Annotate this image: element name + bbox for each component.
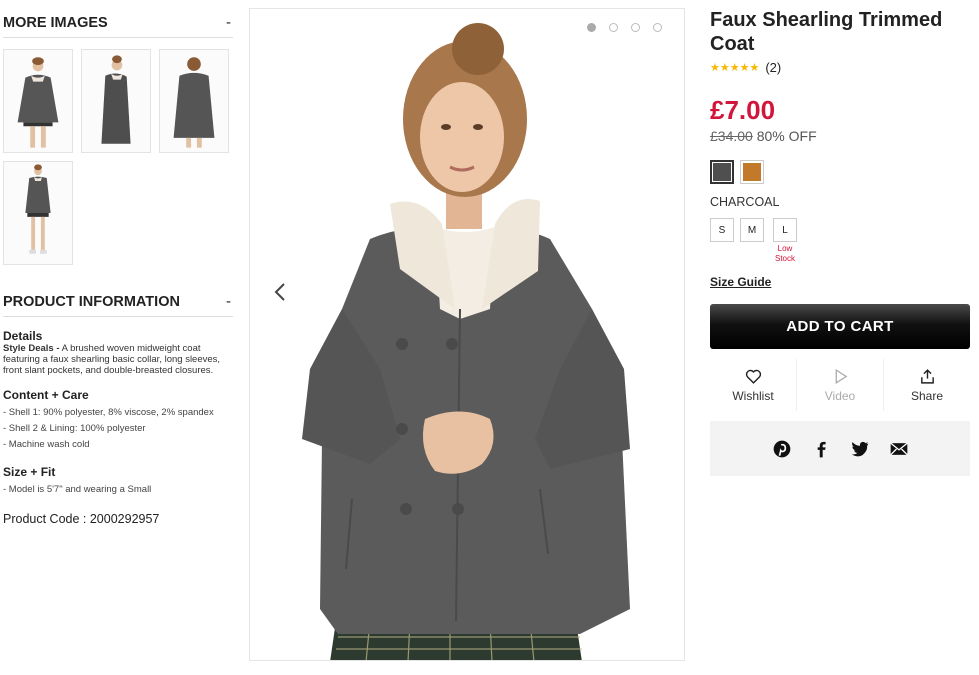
size-m-button[interactable]: M bbox=[740, 218, 764, 242]
heart-icon bbox=[745, 369, 761, 384]
carousel-dot[interactable] bbox=[653, 23, 662, 32]
wishlist-button[interactable]: Wishlist bbox=[710, 359, 796, 411]
twitter-button[interactable] bbox=[850, 439, 870, 459]
size-option: L Low Stock bbox=[770, 218, 800, 264]
care-item: - Shell 2 & Lining: 100% polyester bbox=[3, 423, 146, 434]
left-column: MORE IMAGES - PRODUCT INFORMATION - Deta… bbox=[3, 8, 233, 526]
swatch-camel[interactable] bbox=[740, 160, 764, 184]
product-panel: Faux Shearling Trimmed Coat ★★★★★ (2) £7… bbox=[710, 8, 972, 476]
product-information: PRODUCT INFORMATION - Details Style Deal… bbox=[3, 287, 233, 526]
thumbnail-2[interactable] bbox=[81, 49, 151, 153]
rating[interactable]: ★★★★★ (2) bbox=[710, 60, 972, 75]
size-guide-link[interactable]: Size Guide bbox=[710, 275, 771, 289]
size-fit-title: Size + Fit bbox=[3, 465, 56, 479]
care-item: - Machine wash cold bbox=[3, 439, 90, 450]
thumbnail-1[interactable] bbox=[3, 49, 73, 153]
social-share-bar bbox=[710, 421, 970, 476]
thumbnail-3[interactable] bbox=[159, 49, 229, 153]
email-button[interactable] bbox=[889, 439, 909, 459]
pinterest-icon bbox=[773, 440, 790, 457]
size-option: M bbox=[740, 218, 764, 264]
original-price-row: £34.00 80% OFF bbox=[710, 128, 972, 144]
swatch-charcoal[interactable] bbox=[710, 160, 734, 184]
wishlist-label: Wishlist bbox=[732, 388, 774, 403]
review-count[interactable]: (2) bbox=[765, 60, 781, 75]
collapse-toggle[interactable]: - bbox=[226, 14, 233, 31]
action-bar: Wishlist Video Share bbox=[710, 359, 970, 411]
original-price: £34.00 bbox=[710, 128, 753, 144]
product-code: Product Code : 2000292957 bbox=[3, 512, 160, 526]
care-item: - Shell 1: 90% polyester, 8% viscose, 2%… bbox=[3, 407, 214, 418]
product-info-title: PRODUCT INFORMATION bbox=[3, 293, 180, 310]
size-selector: S M L Low Stock bbox=[710, 218, 972, 264]
chevron-left-icon bbox=[274, 283, 285, 301]
star-rating-icon: ★★★★★ bbox=[710, 62, 760, 74]
content-care-title: Content + Care bbox=[3, 388, 89, 402]
video-button[interactable]: Video bbox=[796, 359, 883, 411]
carousel-dot[interactable] bbox=[587, 23, 596, 32]
collapse-toggle[interactable]: - bbox=[226, 293, 233, 310]
share-button[interactable]: Share bbox=[883, 359, 970, 411]
carousel-dot[interactable] bbox=[631, 23, 640, 32]
color-swatches bbox=[710, 160, 972, 184]
product-image-viewer[interactable] bbox=[249, 8, 685, 661]
prev-image-button[interactable] bbox=[266, 277, 294, 307]
carousel-dot[interactable] bbox=[609, 23, 618, 32]
model-side-thumb-icon bbox=[82, 50, 150, 152]
carousel-dots bbox=[587, 23, 662, 32]
email-icon bbox=[889, 442, 908, 455]
swatch-color bbox=[743, 163, 761, 181]
share-icon bbox=[920, 368, 934, 384]
more-images-header[interactable]: MORE IMAGES - bbox=[3, 8, 233, 38]
size-s-button[interactable]: S bbox=[710, 218, 734, 242]
thumbnail-4[interactable] bbox=[3, 161, 73, 265]
swatch-color bbox=[713, 163, 731, 181]
size-option: S bbox=[710, 218, 734, 264]
twitter-icon bbox=[851, 441, 868, 456]
thumbnail-grid bbox=[3, 49, 233, 265]
details-text: Style Deals - A brushed woven midweight … bbox=[3, 343, 235, 376]
sale-price: £7.00 bbox=[710, 95, 776, 125]
low-stock-note: Low Stock bbox=[774, 244, 795, 263]
details-brand: Style Deals - bbox=[3, 343, 60, 354]
fit-item: - Model is 5'7" and wearing a Small bbox=[3, 484, 152, 495]
share-label: Share bbox=[910, 388, 944, 403]
model-front-thumb-icon bbox=[4, 50, 72, 152]
model-back-thumb-icon bbox=[160, 50, 228, 152]
facebook-button[interactable] bbox=[811, 439, 831, 459]
product-photo-icon bbox=[250, 9, 684, 660]
details-title: Details bbox=[3, 329, 43, 343]
video-label: Video bbox=[824, 388, 856, 403]
selected-color-name: CHARCOAL bbox=[710, 195, 780, 209]
size-l-button[interactable]: L bbox=[773, 218, 797, 242]
add-to-cart-button[interactable]: ADD TO CART bbox=[710, 304, 970, 349]
more-images-title: MORE IMAGES bbox=[3, 14, 108, 31]
discount-label: 80% OFF bbox=[756, 128, 817, 144]
play-icon bbox=[835, 368, 847, 384]
product-title: Faux Shearling Trimmed Coat bbox=[710, 9, 943, 55]
pinterest-button[interactable] bbox=[772, 439, 792, 459]
product-info-header[interactable]: PRODUCT INFORMATION - bbox=[3, 287, 233, 317]
facebook-icon bbox=[817, 441, 826, 457]
model-full-thumb-icon bbox=[4, 162, 72, 264]
